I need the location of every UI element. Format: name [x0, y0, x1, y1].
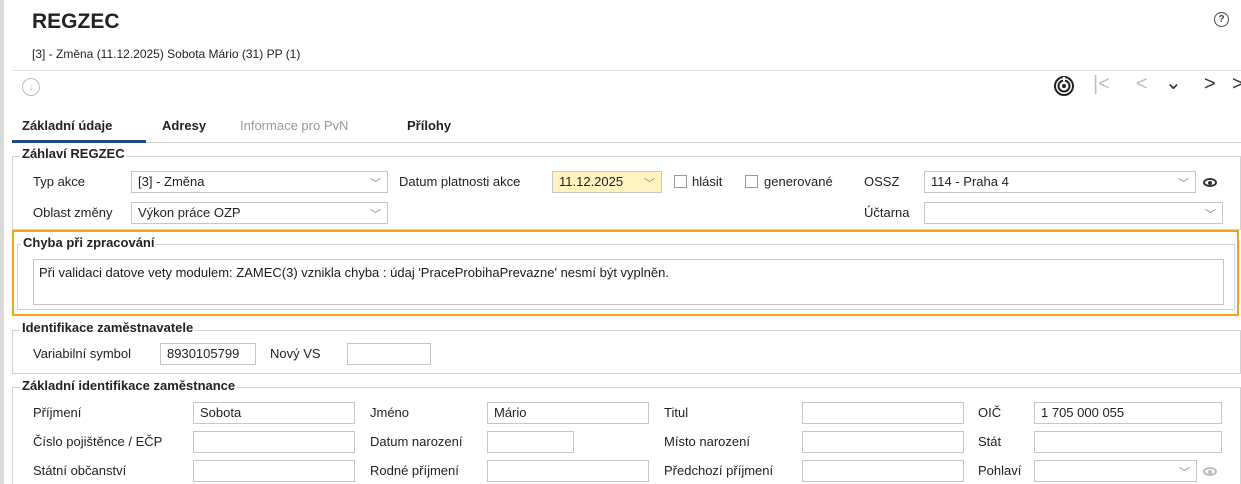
jmeno-field[interactable]: Mário: [487, 402, 649, 424]
typ-akce-label: Typ akce: [33, 174, 86, 189]
pohlavi-select[interactable]: ﹀: [1034, 460, 1197, 482]
ossz-value: 114 - Praha 4: [931, 174, 1009, 189]
statni-obcanstvi-field[interactable]: [193, 460, 355, 482]
datum-narozeni-label: Datum narození: [370, 434, 463, 449]
oic-field[interactable]: 1 705 000 055: [1034, 402, 1222, 424]
prijmeni-label: Příjmení: [33, 405, 82, 420]
jmeno-label: Jméno: [370, 405, 410, 420]
chevron-down-icon: ﹀: [370, 178, 381, 190]
jmeno-value: Mário: [494, 405, 527, 420]
cislo-pojistence-field[interactable]: [193, 431, 355, 453]
chevron-right-end-icon[interactable]: >: [1232, 73, 1241, 96]
pohlavi-label: Pohlaví: [978, 463, 1022, 478]
oblast-zmeny-select[interactable]: Výkon práce OZP ﹀: [131, 202, 388, 224]
oic-label: OIČ: [978, 405, 1002, 420]
page-title: REGZEC: [32, 10, 120, 33]
uctarna-select[interactable]: ﹀: [924, 202, 1223, 224]
chevron-down-icon[interactable]: ⌄: [1165, 70, 1182, 95]
tab-adresy[interactable]: Adresy: [162, 118, 206, 133]
datum-platnosti-picker[interactable]: 11.12.2025 ﹀: [552, 171, 662, 193]
chevron-down-icon: ﹀: [1179, 467, 1190, 479]
stat-label: Stát: [978, 434, 1002, 449]
active-tab-indicator: [12, 140, 146, 143]
header-group-title: Záhlaví REGZEC: [20, 146, 127, 161]
download-circle-icon[interactable]: ↓: [22, 78, 40, 96]
misto-narozeni-field[interactable]: [802, 431, 964, 453]
novy-vs-field[interactable]: [347, 343, 431, 365]
help-icon[interactable]: ?: [1214, 12, 1229, 27]
variabilni-symbol-label: Variabilní symbol: [33, 346, 132, 361]
datum-platnosti-value: 11.12.2025: [559, 174, 624, 189]
generovane-label: generované: [764, 174, 833, 189]
employer-group-title: Identifikace zaměstnavatele: [20, 320, 196, 335]
typ-akce-select[interactable]: [3] - Změna ﹀: [131, 171, 388, 193]
error-message-box[interactable]: Při validaci datove vety modulem: ZAMEC(…: [33, 259, 1224, 305]
prijmeni-value: Sobota: [200, 405, 242, 420]
ossz-label: OSSZ: [864, 174, 900, 189]
eye-icon[interactable]: [1203, 178, 1217, 187]
misto-narozeni-label: Místo narození: [664, 434, 750, 449]
chevron-down-icon: ﹀: [1178, 178, 1189, 190]
eye-icon[interactable]: [1203, 467, 1217, 476]
predchozi-prijmeni-label: Předchozí příjmení: [664, 463, 774, 478]
cislo-pojistence-label: Číslo pojištěnce / EČP: [33, 434, 163, 449]
oic-value: 1 705 000 055: [1041, 405, 1125, 420]
titul-field[interactable]: [802, 402, 964, 424]
titul-label: Titul: [664, 405, 689, 420]
chevron-right-icon[interactable]: >: [1204, 73, 1216, 96]
variabilni-symbol-field[interactable]: 8930105799: [160, 343, 256, 365]
variabilni-symbol-value: 8930105799: [167, 346, 240, 361]
predchozi-prijmeni-field[interactable]: [802, 460, 964, 482]
chevron-down-icon: ﹀: [370, 209, 381, 221]
datum-platnosti-label: Datum platnosti akce: [399, 174, 521, 189]
rodne-prijmeni-field[interactable]: [487, 460, 649, 482]
oblast-zmeny-value: Výkon práce OZP: [138, 205, 241, 220]
window-left-border: [0, 0, 4, 484]
employee-group-title: Základní identifikace zaměstnance: [20, 378, 238, 393]
hlasit-label: hlásit: [692, 174, 723, 189]
uctarna-label: Účtarna: [864, 205, 910, 220]
chevron-down-icon: ﹀: [644, 178, 655, 190]
error-group-title: Chyba při zpracování: [21, 235, 157, 250]
toolbar-divider: [12, 70, 1241, 71]
tabs-divider: [12, 142, 1241, 143]
fingerprint-icon[interactable]: [1052, 74, 1076, 98]
novy-vs-label: Nový VS: [270, 346, 321, 361]
prijmeni-field[interactable]: Sobota: [193, 402, 355, 424]
tab-informace-pro-pvn[interactable]: Informace pro PvN: [240, 118, 348, 133]
statni-obcanstvi-label: Státní občanství: [33, 463, 127, 478]
hlasit-checkbox[interactable]: [674, 175, 687, 188]
ossz-select[interactable]: 114 - Praha 4 ﹀: [924, 171, 1196, 193]
tab-prilohy[interactable]: Přílohy: [407, 118, 451, 133]
record-subtitle: [3] - Změna (11.12.2025) Sobota Mário (3…: [32, 47, 301, 61]
oblast-zmeny-label: Oblast změny: [33, 205, 113, 220]
tab-zakladni-udaje[interactable]: Základní údaje: [22, 118, 112, 133]
rodne-prijmeni-label: Rodné příjmení: [370, 463, 459, 478]
chevron-down-icon: ﹀: [1205, 209, 1216, 221]
first-page-icon[interactable]: |<: [1093, 73, 1110, 96]
chevron-left-icon[interactable]: <: [1136, 73, 1148, 96]
error-message-text: Při validaci datove vety modulem: ZAMEC(…: [39, 265, 669, 280]
generovane-checkbox[interactable]: [745, 175, 758, 188]
datum-narozeni-field[interactable]: [487, 431, 574, 453]
stat-field[interactable]: [1034, 431, 1222, 453]
typ-akce-value: [3] - Změna: [138, 174, 205, 189]
